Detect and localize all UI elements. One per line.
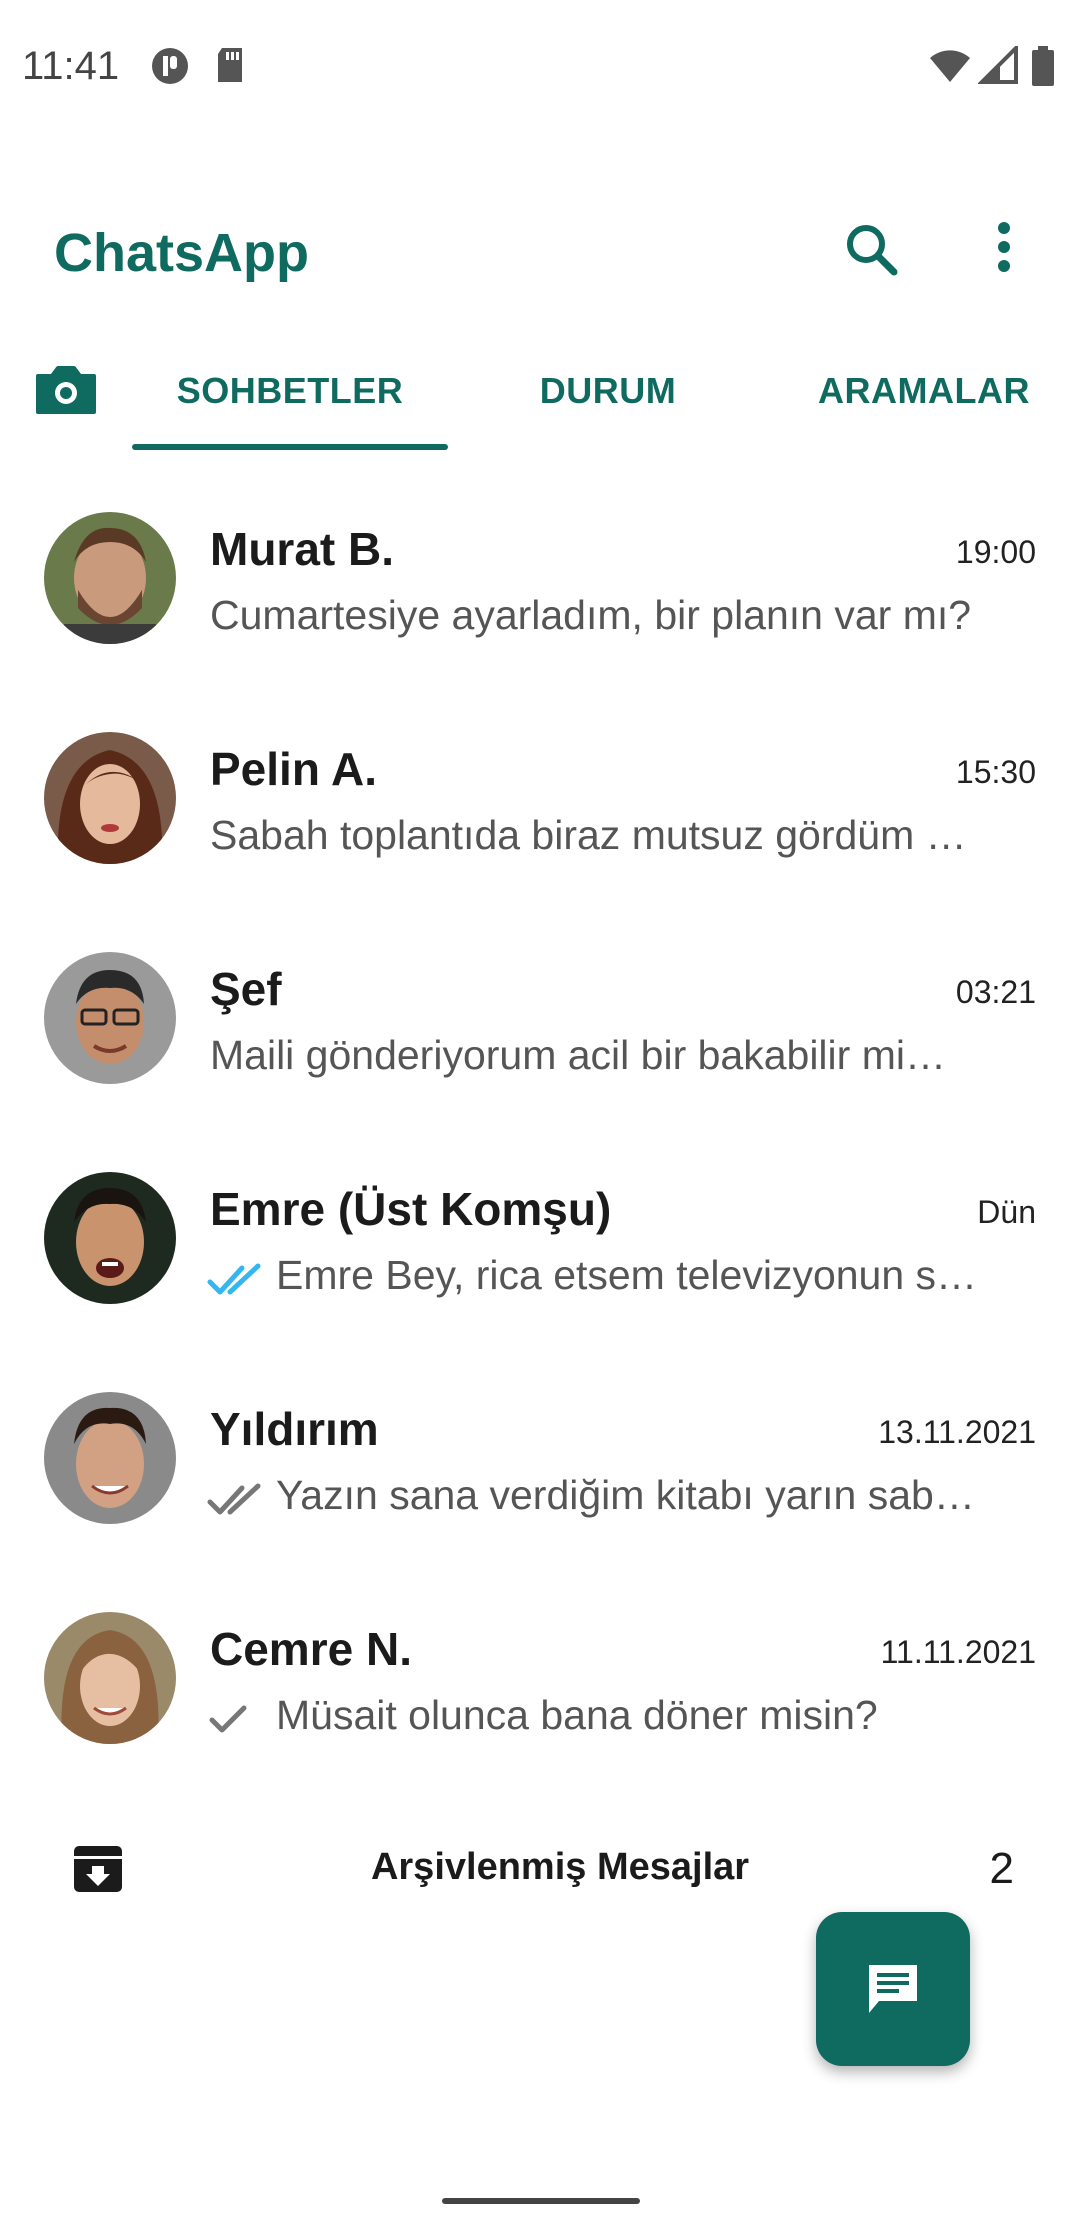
contact-name: Pelin A. [210, 743, 377, 795]
last-message: Müsait olunca bana döner misin? [276, 1692, 878, 1738]
message-time: 03:21 [955, 974, 1036, 1010]
chat-row[interactable]: Cemre N. 11.11.2021 Müsait olunca bana d… [0, 1612, 1080, 1832]
avatar [44, 1612, 176, 1744]
sd-card-icon [218, 48, 242, 82]
message-time: Dün [977, 1194, 1036, 1230]
message-time: 15:30 [955, 754, 1036, 790]
search-button[interactable] [836, 214, 908, 286]
tab-calls[interactable]: ARAMALAR [766, 370, 1080, 412]
last-message: Emre Bey, rica etsem televizyonun s… [276, 1252, 978, 1298]
battery-icon [1032, 46, 1054, 86]
wifi-icon [930, 50, 970, 82]
message-icon [869, 1965, 917, 2013]
contact-name: Murat B. [210, 523, 394, 575]
chat-row[interactable]: Murat B. 19:00 Cumartesiye ayarladım, bi… [0, 512, 1080, 732]
tab-bar: SOHBETLER DURUM ARAMALAR [0, 340, 1080, 450]
tab-chats[interactable]: SOHBETLER [132, 370, 448, 412]
contact-name: Şef [210, 963, 282, 1015]
archived-label: Arşivlenmiş Mesajlar [370, 1846, 750, 1888]
more-vert-icon [998, 222, 1010, 272]
selected-tab-indicator [132, 444, 448, 450]
message-time: 11.11.2021 [880, 1634, 1036, 1670]
avatar [44, 1172, 176, 1304]
last-message: Yazın sana verdiğim kitabı yarın sab… [276, 1472, 975, 1518]
last-message: Sabah toplantıda biraz mutsuz gördüm … [210, 812, 967, 858]
contact-name: Yıldırım [210, 1403, 379, 1455]
avatar [44, 1392, 176, 1524]
single-check-icon [209, 1705, 247, 1733]
status-bar: 11:41 [0, 0, 1080, 140]
chat-row[interactable]: Emre (Üst Komşu) Dün Emre Bey, rica etse… [0, 1172, 1080, 1392]
chat-row[interactable]: Şef 03:21 Maili gönderiyorum acil bir ba… [0, 952, 1080, 1172]
message-time: 13.11.2021 [878, 1414, 1036, 1450]
chat-row[interactable]: Pelin A. 15:30 Sabah toplantıda biraz mu… [0, 732, 1080, 952]
home-indicator[interactable] [442, 2198, 640, 2204]
avatar [44, 512, 176, 644]
signal-icon [978, 46, 1018, 84]
archived-count: 2 [989, 1844, 1014, 1893]
contact-name: Cemre N. [210, 1623, 412, 1675]
last-message: Maili gönderiyorum acil bir bakabilir mi… [210, 1032, 946, 1078]
new-chat-button[interactable] [816, 1912, 970, 2066]
avatar [44, 732, 176, 864]
chat-row[interactable]: Yıldırım 13.11.2021 Yazın sana verdiğim … [0, 1392, 1080, 1612]
status-time: 11:41 [22, 44, 120, 88]
archived-messages-row[interactable]: Arşivlenmiş Mesajlar 2 [0, 1820, 1080, 1920]
app-title: ChatsApp [54, 223, 309, 283]
tab-camera[interactable] [30, 354, 102, 426]
avatar [44, 952, 176, 1084]
app-notification-icon [152, 48, 188, 84]
message-time: 19:00 [955, 534, 1036, 570]
contact-name: Emre (Üst Komşu) [210, 1183, 612, 1235]
double-check-icon [207, 1483, 261, 1515]
last-message: Cumartesiye ayarladım, bir planın var mı… [210, 592, 972, 638]
camera-icon [36, 366, 96, 414]
search-icon [847, 225, 898, 276]
double-check-read-icon [207, 1263, 261, 1295]
tab-status[interactable]: DURUM [450, 370, 766, 412]
more-options-button[interactable] [968, 214, 1040, 286]
